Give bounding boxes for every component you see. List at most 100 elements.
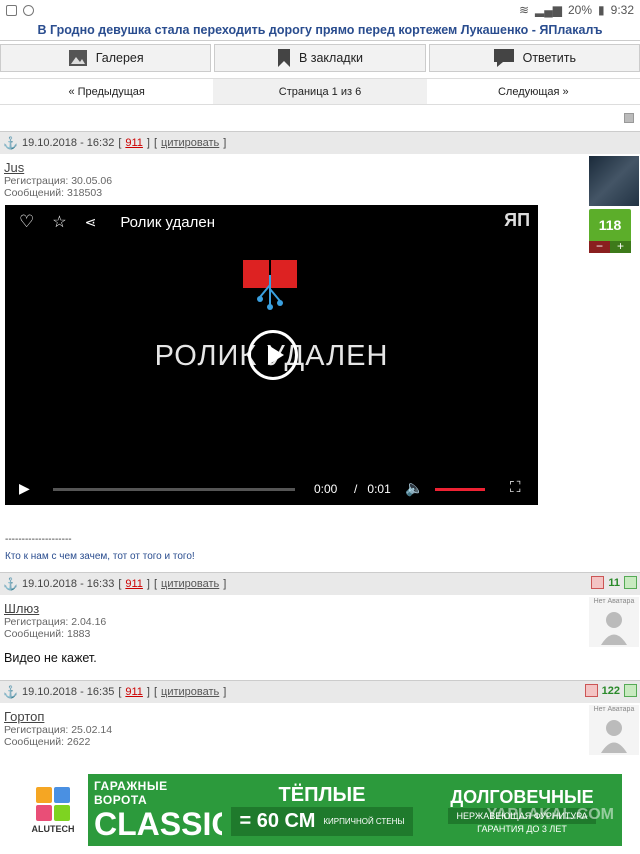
ad-section-classic: ГАРАЖНЫЕ ВОРОТА CLASSIC — [88, 774, 235, 846]
post-rating: 118 − + — [589, 209, 631, 255]
battery-percent: 20% — [568, 3, 593, 17]
thumb-up-icon[interactable] — [624, 576, 637, 589]
rating-value: 11 — [608, 576, 620, 589]
alutech-logo-text: ALUTECH — [31, 823, 75, 834]
bookmark-icon — [277, 49, 290, 67]
video-time: 0:00 / 0:01 — [314, 482, 391, 496]
gallery-label: Галерея — [95, 51, 144, 65]
video-title: Ролик удален — [120, 213, 216, 231]
signature-divider: -------------------- — [5, 534, 72, 545]
alutech-logo-icon — [36, 786, 70, 821]
volume-slider[interactable] — [435, 488, 485, 491]
avatar[interactable]: Нет Аватара — [589, 705, 639, 755]
signature: Кто к нам с чем зачем, тот от того и тог… — [5, 551, 195, 562]
ad-60cm-text: = 60 СМ — [239, 810, 316, 832]
volume-icon[interactable]: 🔈 — [405, 479, 424, 497]
post-date: 19.10.2018 - 16:32 — [21, 137, 115, 149]
ad-warranty-text: ГАРАНТИЯ ДО 3 ЛЕТ — [477, 823, 567, 834]
pagination: « Предыдущая Страница 1 из 6 Следующая » — [0, 78, 640, 105]
ad-warm-text: ТЁПЛЫЕ — [278, 784, 366, 806]
thumb-up-icon[interactable] — [624, 684, 637, 697]
video-player[interactable]: ♡ ☆ ⋖ Ролик удален ЯП РОЛИК УДАЛЕН ▶ 0:0… — [5, 205, 538, 505]
post-number-link[interactable]: 911 — [125, 686, 143, 698]
app-icon — [6, 4, 17, 16]
site-watermark: YAPLAKAL.COM — [486, 806, 614, 823]
username-link[interactable]: Jus — [4, 160, 636, 175]
message-count: Сообщений: 1883 — [4, 628, 91, 640]
heart-icon[interactable]: ♡ — [19, 212, 34, 232]
anchor-icon[interactable]: ⚓ — [3, 577, 18, 591]
message-count: Сообщений: 318503 — [4, 187, 103, 199]
prev-page-link[interactable]: « Предыдущая — [0, 79, 213, 104]
post-author: Гортоп Регистрация: 25.02.14 Сообщений: … — [0, 703, 640, 755]
username-link[interactable]: Гортоп — [4, 709, 636, 724]
alutech-logo: ALUTECH — [18, 774, 88, 846]
toolbar: Галерея В закладки Ответить — [0, 42, 640, 74]
post-number-link[interactable]: 911 — [125, 578, 143, 590]
rating-value: 122 — [601, 684, 620, 697]
battery-icon: ▮ — [598, 3, 605, 17]
quote-link[interactable]: цитировать — [161, 137, 219, 149]
play-icon[interactable]: ▶ — [19, 480, 30, 497]
no-avatar-label: Нет Аватара — [593, 598, 635, 605]
post-header: ⚓ 19.10.2018 - 16:33 [911] [цитировать] … — [0, 573, 640, 595]
post: ⚓ 19.10.2018 - 16:33 [911] [цитировать] … — [0, 572, 640, 669]
ad-banner[interactable]: ALUTECH ГАРАЖНЫЕ ВОРОТА CLASSIC ТЁПЛЫЕ =… — [18, 774, 622, 846]
video-top-bar: ♡ ☆ ⋖ Ролик удален — [5, 205, 538, 239]
gallery-button[interactable]: Галерея — [0, 44, 212, 72]
video-controls: ▶ 0:00 / 0:01 🔈 ⛶ — [5, 473, 538, 505]
quote-link[interactable]: цитировать — [161, 578, 219, 590]
collapse-icon[interactable] — [624, 113, 634, 123]
image-icon — [68, 50, 87, 66]
post-author: Шлюз Регистрация: 2.04.16 Сообщений: 188… — [0, 595, 640, 647]
chat-icon — [493, 49, 514, 67]
ad-durable-text: ДОЛГОВЕЧНЫЕ — [450, 786, 594, 807]
post-header: ⚓ 19.10.2018 - 16:35 [911] [цитировать] … — [0, 681, 640, 703]
post-rating: 11 — [591, 576, 637, 589]
play-big-icon[interactable] — [248, 330, 298, 380]
post-number-link[interactable]: 911 — [125, 137, 143, 149]
share-icon[interactable]: ⋖ — [85, 214, 97, 231]
post-header: ⚓ 19.10.2018 - 16:32 [911] [цитировать] — [0, 132, 640, 154]
anchor-icon[interactable]: ⚓ — [3, 685, 18, 699]
reply-button[interactable]: Ответить — [428, 44, 640, 72]
ad-classic-text: CLASSIC — [94, 806, 235, 842]
thumb-down-icon[interactable] — [584, 684, 598, 697]
wifi-icon: ≋ — [518, 3, 530, 17]
current-page: Страница 1 из 6 — [213, 79, 427, 104]
post-text: Видео не кажет. — [4, 651, 97, 665]
fullscreen-icon[interactable]: ⛶ — [510, 479, 521, 496]
notification-icon — [23, 4, 34, 16]
ad-section-warm: ТЁПЛЫЕ = 60 СМ КИРПИЧНОЙ СТЕНЫ — [222, 774, 422, 846]
next-page-link[interactable]: Следующая » — [427, 79, 640, 104]
thumb-down-icon[interactable] — [591, 576, 605, 589]
video-logo: ЯП — [504, 210, 530, 230]
post-date: 19.10.2018 - 16:33 — [21, 578, 115, 590]
star-icon[interactable]: ☆ — [52, 212, 66, 232]
post-rating: 122 — [584, 684, 637, 697]
rating-value: 118 — [589, 209, 631, 241]
rating-minus-button[interactable]: − — [589, 240, 610, 253]
ad-brick-text: КИРПИЧНОЙ СТЕНЫ — [323, 817, 405, 826]
signal-icon: ▂▄▆ — [535, 3, 562, 17]
yaplakal-logo — [243, 260, 297, 310]
seek-bar[interactable] — [53, 488, 295, 491]
anchor-icon[interactable]: ⚓ — [3, 136, 18, 150]
ad-garage-text: ГАРАЖНЫЕ ВОРОТА — [94, 779, 168, 807]
no-avatar-icon — [601, 612, 627, 645]
username-link[interactable]: Шлюз — [4, 601, 636, 616]
reply-label: Ответить — [522, 51, 577, 65]
bookmark-label: В закладки — [298, 51, 364, 65]
post: ⚓ 19.10.2018 - 16:32 [911] [цитировать] … — [0, 131, 640, 206]
no-avatar-icon — [601, 720, 627, 753]
bookmark-button[interactable]: В закладки — [214, 44, 426, 72]
quote-link[interactable]: цитировать — [161, 686, 219, 698]
page-title: В Гродно девушка стала переходить дорогу… — [0, 20, 640, 41]
avatar[interactable]: Нет Аватара — [589, 597, 639, 647]
avatar[interactable] — [589, 156, 639, 206]
registration-date: Регистрация: 25.02.14 — [4, 724, 113, 736]
rating-plus-button[interactable]: + — [610, 240, 631, 253]
registration-date: Регистрация: 30.05.06 — [4, 175, 113, 187]
post-date: 19.10.2018 - 16:35 — [21, 686, 115, 698]
clock: 9:32 — [610, 3, 634, 17]
